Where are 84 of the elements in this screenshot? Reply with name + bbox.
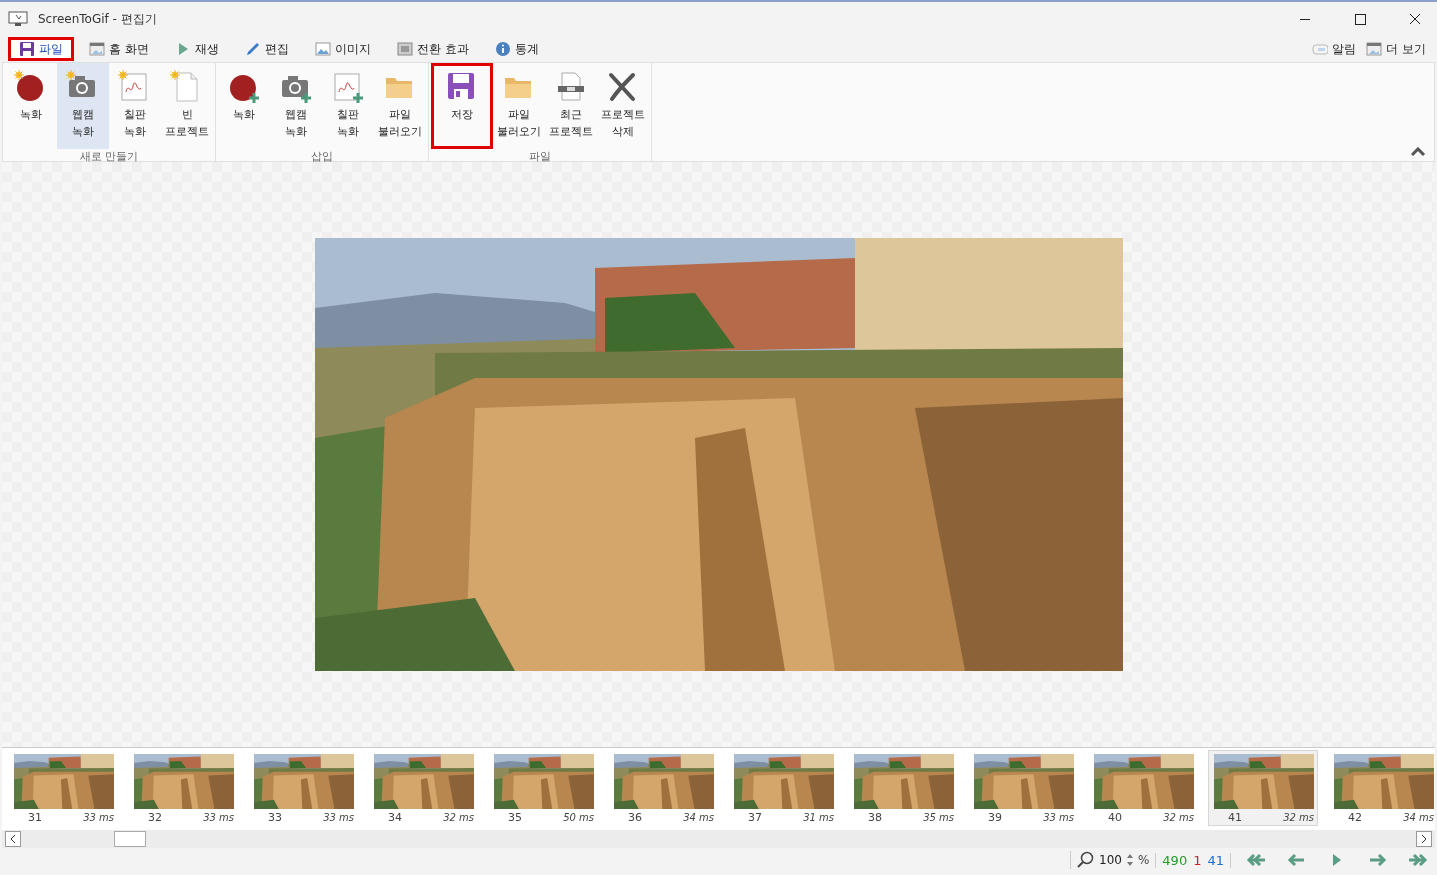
chevron-right-icon xyxy=(1420,834,1428,844)
notification-icon xyxy=(1312,41,1329,57)
ribbon-button[interactable]: 칠판 녹화 xyxy=(109,63,161,149)
frame-thumbnail[interactable]: 37 31 ms xyxy=(728,750,838,826)
frame-delay: 32 ms xyxy=(443,812,474,823)
frame-count: 41 xyxy=(1207,852,1224,868)
frame-number: 39 xyxy=(988,811,1002,824)
info-icon xyxy=(494,41,511,57)
frame-thumbnail[interactable]: 42 34 ms xyxy=(1328,750,1435,826)
window-icon xyxy=(89,41,105,57)
ribbon-button[interactable]: 녹화 xyxy=(218,63,270,149)
scroll-thumb[interactable] xyxy=(114,831,146,847)
frame-thumbnail[interactable]: 33 33 ms xyxy=(248,750,358,826)
frame-delay: 32 ms xyxy=(1163,812,1194,823)
group-label: 파일 xyxy=(529,149,551,165)
zoom-field[interactable]: 100 xyxy=(1099,853,1122,867)
ribbon-tab[interactable]: 재생 xyxy=(163,37,230,61)
frame-delay: 35 ms xyxy=(923,812,954,823)
ribbon-button[interactable]: 웹캠 녹화 xyxy=(57,63,109,149)
frame-number: 33 xyxy=(268,811,282,824)
ribbon-button[interactable]: 웹캠 녹화 xyxy=(270,63,322,149)
frame-thumbnail[interactable]: 35 50 ms xyxy=(488,750,598,826)
frame-number: 32 xyxy=(148,811,162,824)
chevron-up-icon xyxy=(1410,147,1426,157)
frame-delay: 50 ms xyxy=(563,812,594,823)
frame-count: 490 xyxy=(1162,852,1188,868)
frame-thumbnail[interactable]: 38 35 ms xyxy=(848,750,958,826)
toolbar-button[interactable]: 더 보기 xyxy=(1363,38,1429,60)
toolbar-button[interactable]: 알림 xyxy=(1309,38,1360,60)
scroll-right-button[interactable] xyxy=(1416,831,1432,847)
ribbon-button[interactable]: 빈 프로젝트 xyxy=(161,63,213,149)
ribbon-button[interactable]: 최근 프로젝트 xyxy=(545,63,597,149)
window-title: ScreenToGif - 편집기 xyxy=(38,10,157,28)
frame-thumbnail[interactable]: 32 33 ms xyxy=(128,750,238,826)
zoom-icon xyxy=(1077,851,1096,869)
ribbon-tab[interactable]: 이미지 xyxy=(303,37,382,61)
frame-delay: 34 ms xyxy=(1403,812,1434,823)
chevron-left-icon xyxy=(9,834,17,844)
ribbon-button[interactable]: 프로젝트 삭제 xyxy=(597,63,649,149)
minimize-icon xyxy=(1299,18,1310,20)
drawing-board-icon xyxy=(331,70,365,104)
frame-delay: 31 ms xyxy=(803,812,834,823)
frame-delay: 33 ms xyxy=(203,812,234,823)
frame-number: 35 xyxy=(508,811,522,824)
frame-number: 36 xyxy=(628,811,642,824)
frame-thumbnail[interactable]: 39 33 ms xyxy=(968,750,1078,826)
ribbon-button[interactable]: 저장 xyxy=(431,63,493,149)
frame-count: 1 xyxy=(1193,852,1202,868)
ribbon-tab[interactable]: 파일 xyxy=(8,37,74,61)
ribbon-button[interactable]: 파일 불러오기 xyxy=(493,63,545,149)
monitor-icon xyxy=(8,11,28,27)
scroll-left-button[interactable] xyxy=(5,831,21,847)
frame-delay: 32 ms xyxy=(1283,812,1314,823)
group-label: 새로 만들기 xyxy=(79,149,139,165)
group-label: 삽입 xyxy=(311,149,333,165)
ribbon-button[interactable]: 칠판 녹화 xyxy=(322,63,374,149)
ribbon-tab[interactable]: 편집 xyxy=(233,37,300,61)
frame-delay: 33 ms xyxy=(1043,812,1074,823)
layers-icon xyxy=(396,41,413,57)
frame-delay: 33 ms xyxy=(323,812,354,823)
frame-number: 42 xyxy=(1348,811,1362,824)
frame-delay: 33 ms xyxy=(83,812,114,823)
frame-thumbnail[interactable]: 36 34 ms xyxy=(608,750,718,826)
frame-thumbnail[interactable]: 34 32 ms xyxy=(368,750,478,826)
frame-number: 41 xyxy=(1228,811,1242,824)
ribbon-tab[interactable]: 통계 xyxy=(483,37,550,61)
window-icon xyxy=(1366,41,1383,57)
pen-icon xyxy=(244,41,261,57)
frame-number: 37 xyxy=(748,811,762,824)
ribbon-button[interactable]: 녹화 xyxy=(5,63,57,149)
frame-number: 34 xyxy=(388,811,402,824)
frame-thumbnail[interactable]: 40 32 ms xyxy=(1088,750,1198,826)
frame-delay: 34 ms xyxy=(683,812,714,823)
ribbon-button[interactable]: 파일 불러오기 xyxy=(374,63,426,149)
frame-thumbnail[interactable]: 31 33 ms xyxy=(8,750,118,826)
image-icon xyxy=(314,41,331,57)
frame-number: 31 xyxy=(28,811,42,824)
spinner-icon[interactable] xyxy=(1125,853,1134,867)
frame-number: 38 xyxy=(868,811,882,824)
ribbon-tab[interactable]: 홈 화면 xyxy=(78,37,160,61)
zoom-unit: % xyxy=(1137,853,1150,867)
frame-number: 40 xyxy=(1108,811,1122,824)
frame-thumbnail[interactable]: 41 32 ms xyxy=(1208,750,1318,826)
ribbon-tab[interactable]: 전환 효과 xyxy=(385,37,480,61)
